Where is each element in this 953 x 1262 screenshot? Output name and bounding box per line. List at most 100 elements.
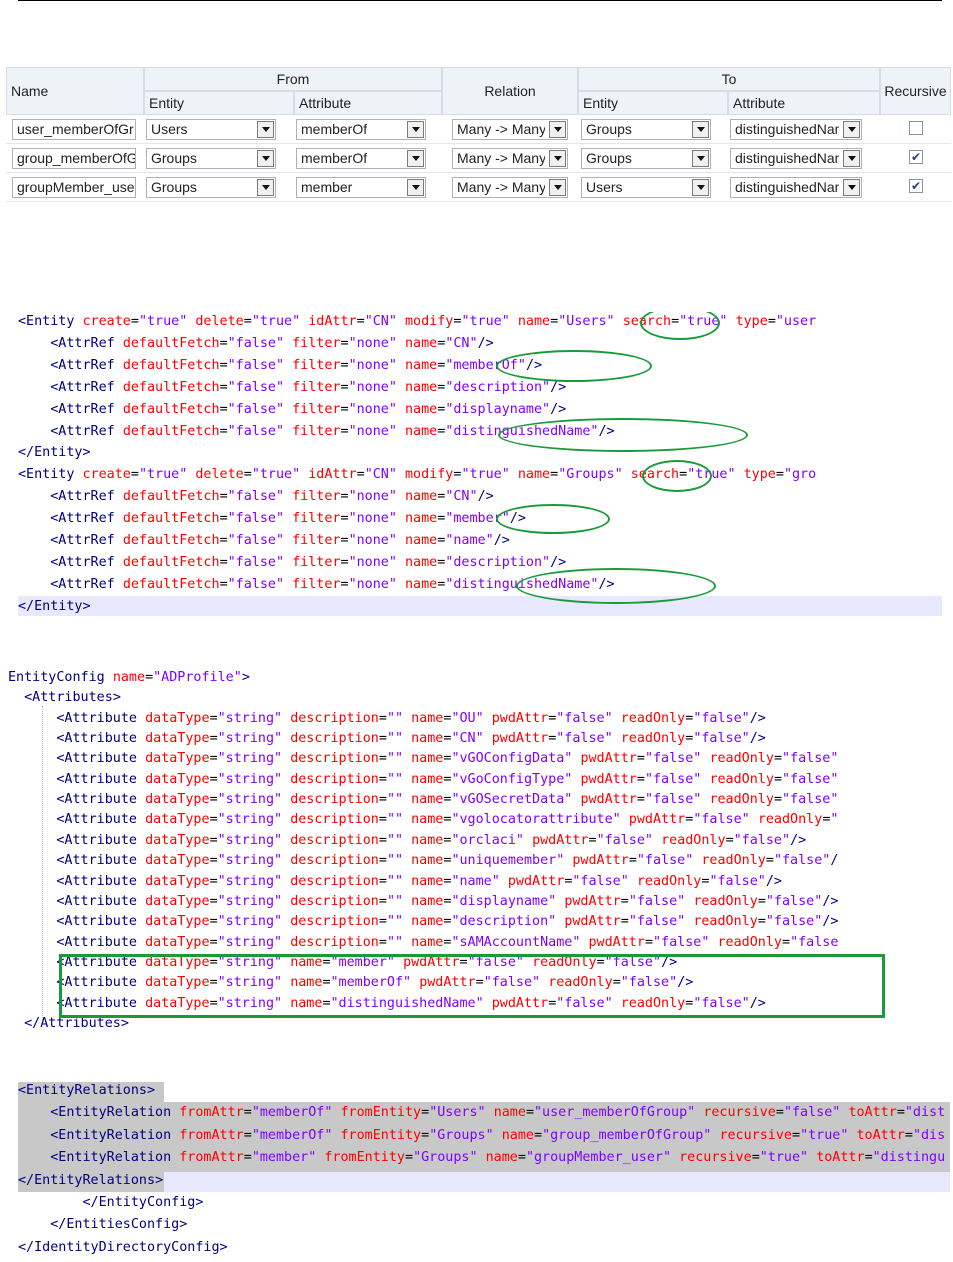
relation-select[interactable]: Many -> Many: [452, 148, 568, 169]
chevron-down-icon[interactable]: [407, 121, 424, 138]
relation-name-input[interactable]: groupMember_use: [12, 177, 136, 198]
chevron-down-icon[interactable]: [257, 150, 274, 167]
chevron-down-icon[interactable]: [407, 150, 424, 167]
code-line: <EntityRelation fromAttr="member" fromEn…: [50, 1150, 946, 1166]
annotation-ellipse: [498, 418, 748, 452]
code-line: </IdentityDirectoryConfig>: [18, 1239, 228, 1255]
code-line: <Attribute dataType="string" description…: [56, 751, 839, 767]
code-line: <Attribute dataType="string" description…: [56, 873, 782, 889]
to-attribute-value: distinguishedName: [735, 179, 839, 195]
col-header-recursive[interactable]: Recursive: [880, 67, 951, 115]
code-line: <AttrRef defaultFetch="false" filter="no…: [50, 357, 543, 373]
to-attribute-select[interactable]: distinguishedName: [730, 148, 862, 169]
chevron-down-icon[interactable]: [549, 179, 566, 196]
annotation-ellipse: [640, 312, 720, 340]
annotation-ellipse: [496, 350, 652, 382]
top-rule: [18, 0, 942, 1]
table-row[interactable]: groupMember_use Groups member Many -> Ma…: [6, 173, 951, 202]
from-attribute-value: memberOf: [301, 121, 368, 137]
from-entity-select[interactable]: Groups: [146, 148, 276, 169]
code-line: <EntityRelations>: [18, 1083, 156, 1098]
to-entity-select[interactable]: Users: [581, 177, 711, 198]
code-line: <AttrRef defaultFetch="false" filter="no…: [50, 379, 567, 395]
to-entity-select[interactable]: Groups: [581, 148, 711, 169]
code-line: </EntityRelations>: [18, 1172, 164, 1188]
recursive-checkbox[interactable]: ✔: [909, 179, 923, 193]
from-entity-value: Groups: [151, 179, 197, 195]
relation-name-input[interactable]: group_memberOfG: [12, 148, 136, 169]
code-line: <Attributes>: [24, 690, 121, 706]
to-attribute-value: distinguishedName: [735, 150, 839, 166]
code-line: <Attribute dataType="string" description…: [56, 853, 839, 869]
current-line-highlight: [18, 596, 942, 616]
to-entity-value: Users: [586, 179, 623, 195]
code-line: <Attribute dataType="string" description…: [56, 934, 839, 950]
entity-xml-pane: <Entity create="true" delete="true" idAt…: [18, 312, 942, 618]
from-attribute-select[interactable]: member: [296, 177, 426, 198]
from-attribute-value: memberOf: [301, 150, 368, 166]
code-line: <AttrRef defaultFetch="false" filter="no…: [50, 554, 567, 570]
code-line: <Attribute dataType="string" description…: [56, 792, 839, 808]
to-attribute-value: distinguishedName: [735, 121, 839, 137]
chevron-down-icon[interactable]: [407, 179, 424, 196]
to-entity-select[interactable]: Groups: [581, 119, 711, 140]
code-line: <EntityRelation fromAttr="memberOf" from…: [50, 1105, 946, 1121]
annotation-ellipse: [496, 504, 610, 534]
col-header-relation[interactable]: Relation: [442, 67, 578, 115]
recursive-checkbox[interactable]: ✔: [909, 150, 923, 164]
to-attribute-select[interactable]: distinguishedName: [730, 119, 862, 140]
chevron-down-icon[interactable]: [692, 150, 709, 167]
code-line: <Attribute dataType="string" description…: [56, 812, 839, 828]
col-header-from-attribute[interactable]: Attribute: [294, 91, 442, 115]
col-group-to: To: [578, 67, 880, 91]
chevron-down-icon[interactable]: [549, 121, 566, 138]
col-header-to-attribute[interactable]: Attribute: [728, 91, 880, 115]
relation-select[interactable]: Many -> Many: [452, 177, 568, 198]
chevron-down-icon[interactable]: [843, 179, 860, 196]
chevron-down-icon[interactable]: [257, 121, 274, 138]
col-header-from-entity[interactable]: Entity: [144, 91, 294, 115]
to-entity-value: Groups: [586, 150, 632, 166]
code-line: EntityConfig name="ADProfile">: [8, 670, 250, 685]
code-line: <AttrRef defaultFetch="false" filter="no…: [50, 533, 510, 548]
from-entity-select[interactable]: Users: [146, 119, 276, 140]
relation-select[interactable]: Many -> Many: [452, 119, 568, 140]
entity-relations-grid: Name From Entity Attribute Relation To E…: [6, 67, 951, 202]
relation-value: Many -> Many: [457, 121, 545, 137]
col-header-name[interactable]: Name: [6, 67, 144, 115]
relation-value: Many -> Many: [457, 179, 545, 195]
code-line: <Attribute dataType="string" description…: [56, 893, 839, 909]
code-line: <AttrRef defaultFetch="false" filter="no…: [50, 511, 526, 527]
code-line: <AttrRef defaultFetch="false" filter="no…: [50, 401, 567, 417]
chevron-down-icon[interactable]: [692, 179, 709, 196]
recursive-checkbox[interactable]: [909, 121, 923, 135]
annotation-ellipse: [516, 568, 716, 604]
chevron-down-icon[interactable]: [843, 150, 860, 167]
code-line: </EntityConfig>: [82, 1195, 204, 1210]
code-line: <Attribute dataType="string" description…: [56, 710, 766, 726]
relations-xml-pane: <EntityRelations> <EntityRelation fromAt…: [18, 1082, 950, 1262]
from-entity-value: Users: [151, 121, 188, 137]
annotation-ellipse: [642, 460, 712, 492]
attributes-xml-pane: EntityConfig name="ADProfile"> <Attribut…: [8, 670, 950, 1040]
relation-name-input[interactable]: user_memberOfGr: [12, 119, 136, 140]
from-attribute-select[interactable]: memberOf: [296, 119, 426, 140]
to-entity-value: Groups: [586, 121, 632, 137]
from-attribute-select[interactable]: memberOf: [296, 148, 426, 169]
code-line: </Entity>: [18, 598, 91, 614]
code-line: <Attribute dataType="string" description…: [56, 914, 839, 930]
code-line: <EntityRelation fromAttr="memberOf" from…: [50, 1127, 946, 1143]
table-row[interactable]: user_memberOfGr Users memberOf Many -> M…: [6, 115, 951, 144]
code-line: </Entity>: [18, 445, 91, 461]
chevron-down-icon[interactable]: [692, 121, 709, 138]
table-row[interactable]: group_memberOfG Groups memberOf Many -> …: [6, 144, 951, 173]
chevron-down-icon[interactable]: [257, 179, 274, 196]
code-line: <Attribute dataType="string" description…: [56, 771, 839, 787]
code-line: <AttrRef defaultFetch="false" filter="no…: [50, 489, 494, 505]
col-header-to-entity[interactable]: Entity: [578, 91, 728, 115]
chevron-down-icon[interactable]: [843, 121, 860, 138]
to-attribute-select[interactable]: distinguishedName: [730, 177, 862, 198]
annotation-box: [59, 954, 885, 1018]
chevron-down-icon[interactable]: [549, 150, 566, 167]
from-entity-select[interactable]: Groups: [146, 177, 276, 198]
